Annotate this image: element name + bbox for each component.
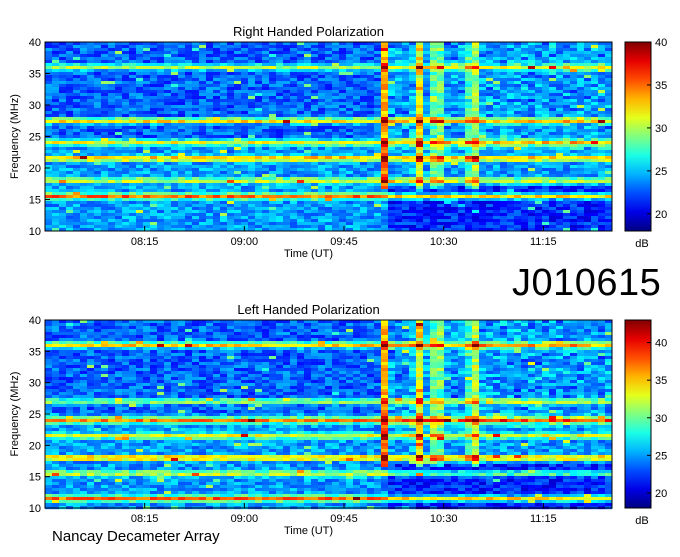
- observation-id: J010615: [512, 262, 661, 305]
- colorbar-tick-label: 40: [655, 37, 667, 49]
- instrument-name: Nancay Decameter Array: [52, 528, 220, 545]
- y-tick-label: 15: [29, 195, 41, 207]
- y-tick-label: 30: [29, 100, 41, 112]
- spectrogram-panel-right: Right Handed Polarization 10 15 20 25 30 35 40 F…: [9, 24, 667, 260]
- x-tick-label: 08:15: [131, 513, 159, 525]
- y-tick-label: 20: [29, 440, 41, 452]
- spectrogram-panel-left: Left Handed Polarization 10 15 20 25 30 35 40 Fr…: [9, 302, 667, 537]
- y-tick-label: 25: [29, 132, 41, 144]
- y-tick-label: 20: [29, 163, 41, 175]
- y-tick-label: 15: [29, 472, 41, 484]
- x-tick-label: 09:00: [231, 236, 259, 248]
- colorbar-tick-label: 35: [655, 80, 667, 92]
- colorbar-tick-label: 25: [655, 166, 667, 178]
- x-tick-label: 11:15: [530, 236, 557, 248]
- x-tick-label: 08:15: [131, 236, 159, 248]
- colorbar-tick-label: 30: [655, 123, 667, 135]
- colorbar-tick-label: 30: [655, 413, 667, 425]
- panel-title: Right Handed Polarization: [233, 24, 384, 39]
- colorbar-tick-label: 40: [655, 338, 667, 350]
- dynamic-spectrum-figure: Right Handed Polarization 10 15 20 25 30 35 40 F…: [0, 0, 680, 552]
- colorbar-label: dB: [635, 515, 648, 527]
- x-tick-label: 09:00: [231, 513, 259, 525]
- x-tick-label: 09:45: [330, 236, 358, 248]
- x-tick-label: 11:15: [530, 513, 557, 525]
- y-tick-label: 10: [29, 226, 41, 238]
- y-tick-label: 25: [29, 409, 41, 421]
- x-axis-label: Time (UT): [284, 248, 333, 260]
- y-tick-label: 35: [29, 69, 41, 81]
- spectrogram-cells: [45, 42, 612, 231]
- y-tick-label: 30: [29, 378, 41, 390]
- colorbar-tick-label: 20: [655, 488, 667, 500]
- x-axis-label: Time (UT): [284, 525, 333, 537]
- x-tick-label: 09:45: [330, 513, 358, 525]
- colorbar-label: dB: [635, 238, 648, 250]
- colorbar: [625, 42, 651, 231]
- x-tick-label: 10:30: [430, 236, 458, 248]
- colorbar: [625, 320, 651, 508]
- y-tick-label: 10: [29, 503, 41, 515]
- colorbar-tick-label: 20: [655, 209, 667, 221]
- y-tick-label: 40: [29, 37, 41, 49]
- colorbar-tick-label: 35: [655, 375, 667, 387]
- colorbar-tick-label: 25: [655, 450, 667, 462]
- y-tick-label: 35: [29, 346, 41, 358]
- spectrogram-cells: [45, 320, 612, 509]
- y-axis-label: Frequency (MHz): [9, 372, 21, 457]
- x-tick-label: 10:30: [430, 513, 458, 525]
- y-tick-label: 40: [29, 315, 41, 327]
- panel-title: Left Handed Polarization: [237, 302, 379, 317]
- y-axis-label: Frequency (MHz): [9, 94, 21, 179]
